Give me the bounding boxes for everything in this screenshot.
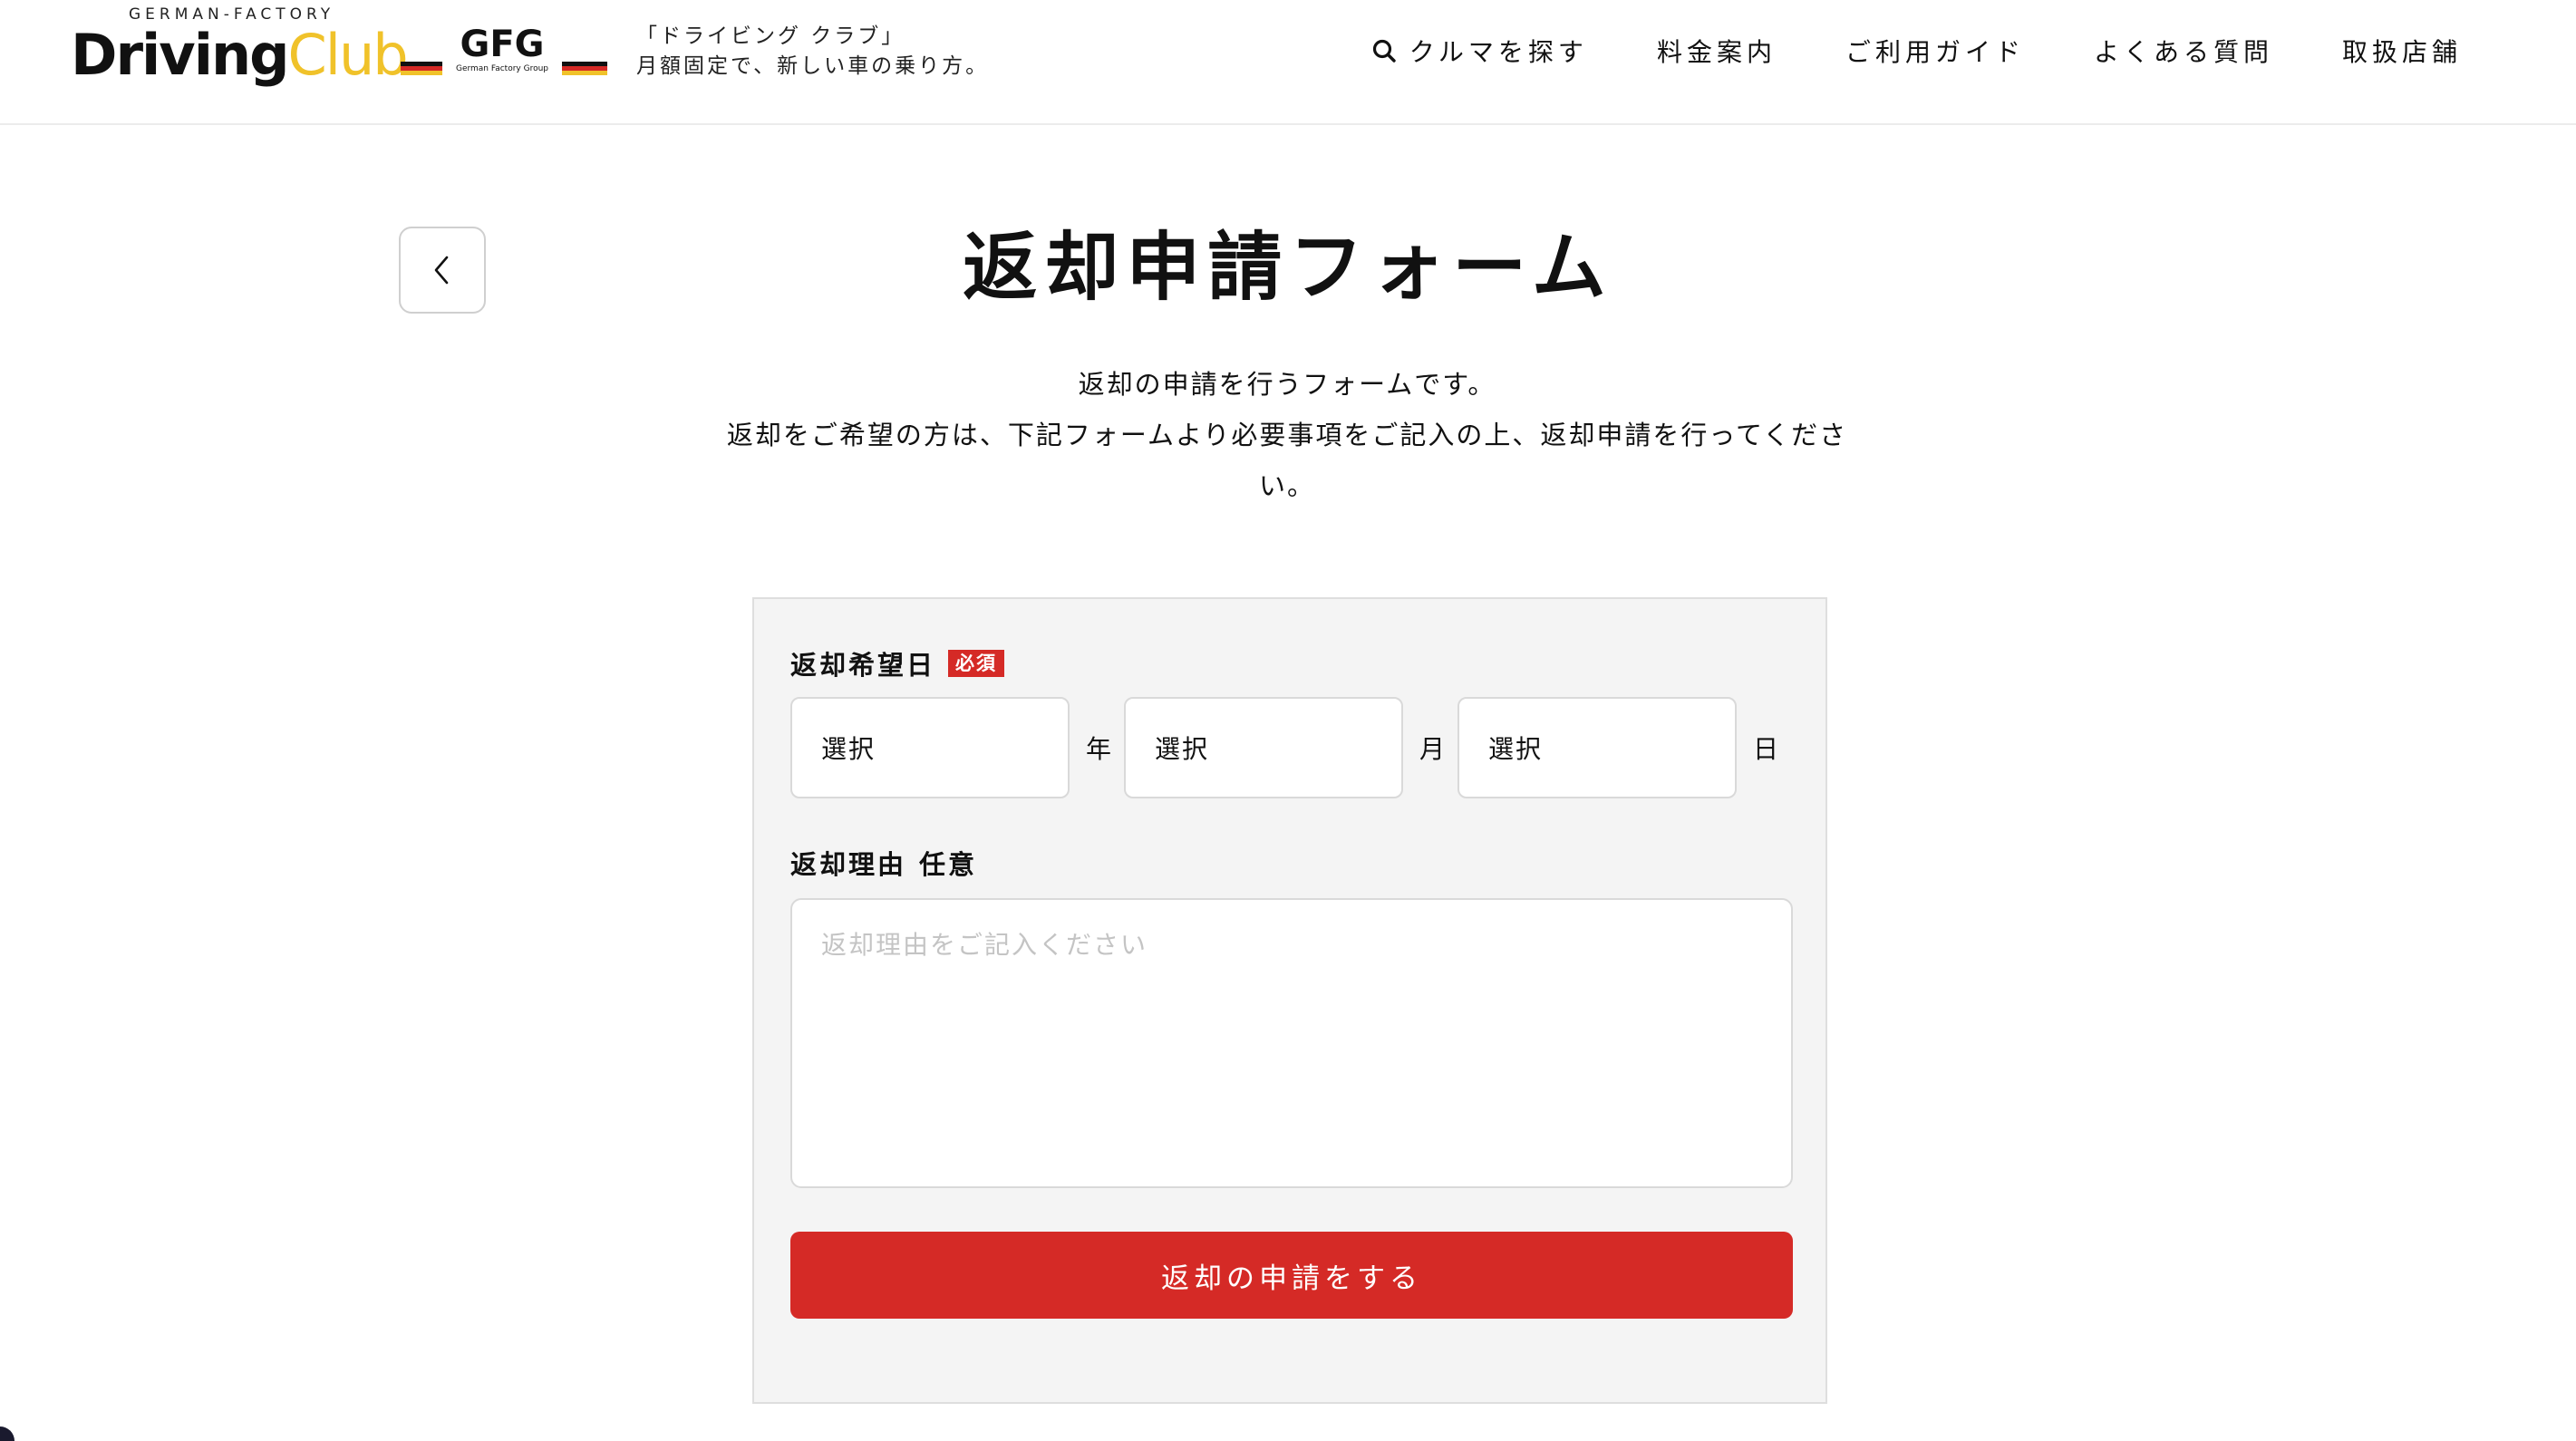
window-corner [0,1426,15,1441]
gfg-logo-text: GFG [460,27,545,65]
return-reason-label-text: 返却理由 [790,849,907,880]
gfg-logo-subtext: German Factory Group [456,64,548,73]
logo-word-club: Club [287,22,408,88]
return-date-label-text: 返却希望日 [790,650,936,681]
page-description: 返却の申請を行うフォームです。 返却をご希望の方は、下記フォームより必要事項をご… [716,359,1858,511]
nav-faq[interactable]: よくある質問 [2094,33,2273,69]
site-tagline: 「ドライビング クラブ」 月額固定で、新しい車の乗り方。 [636,22,989,82]
submit-return-request-button[interactable]: 返却の申請をする [790,1232,1793,1319]
gfg-logo[interactable]: GFG German Factory Group [401,27,607,83]
month-select[interactable]: 選択 [1124,697,1403,798]
search-icon [1372,39,1396,63]
logo-wordmark: DrivingClub [71,27,409,83]
logo-word-driving: Driving [71,22,289,88]
day-unit: 日 [1753,734,1779,764]
logo-subtitle: GERMAN-FACTORY [129,5,335,24]
nav-stores[interactable]: 取扱店舗 [2342,33,2462,69]
return-request-form: 返却希望日 必須 選択 年 選択 月 選択 日 返却理由 任意 返却理由をご記入… [752,597,1827,1404]
month-unit: 月 [1419,734,1446,764]
description-line-3: い。 [1258,470,1315,501]
description-line-1: 返却の申請を行うフォームです。 [1078,369,1496,400]
tagline-line-1: 「ドライビング クラブ」 [636,24,905,48]
nav-usage-guide[interactable]: ご利用ガイド [1845,33,2025,69]
return-date-label: 返却希望日 必須 [790,644,1005,682]
required-badge: 必須 [948,650,1005,677]
return-reason-placeholder: 返却理由をご記入ください [821,930,1148,960]
page-title: 返却申請フォーム [963,225,1613,311]
nav-pricing[interactable]: 料金案内 [1657,33,1777,69]
return-reason-textarea[interactable]: 返却理由をご記入ください [790,898,1793,1188]
driving-club-logo[interactable]: GERMAN-FACTORY DrivingClub [71,5,409,96]
description-line-2: 返却をご希望の方は、下記フォームより必要事項をご記入の上、返却申請を行ってくださ [726,420,1848,450]
optional-tag: 任意 [919,849,978,880]
nav-search-cars-label: クルマを探す [1409,37,1588,67]
day-select[interactable]: 選択 [1457,697,1737,798]
return-reason-label: 返却理由 任意 [790,844,977,882]
nav-search-cars[interactable]: クルマを探す [1371,33,1588,69]
site-header: GERMAN-FACTORY DrivingClub GFG German Fa… [0,0,2576,125]
global-nav: クルマを探す 料金案内 ご利用ガイド よくある質問 取扱店舗 [1371,33,2462,69]
year-select[interactable]: 選択 [790,697,1070,798]
year-unit: 年 [1086,734,1112,764]
tagline-line-2: 月額固定で、新しい車の乗り方。 [636,54,990,78]
